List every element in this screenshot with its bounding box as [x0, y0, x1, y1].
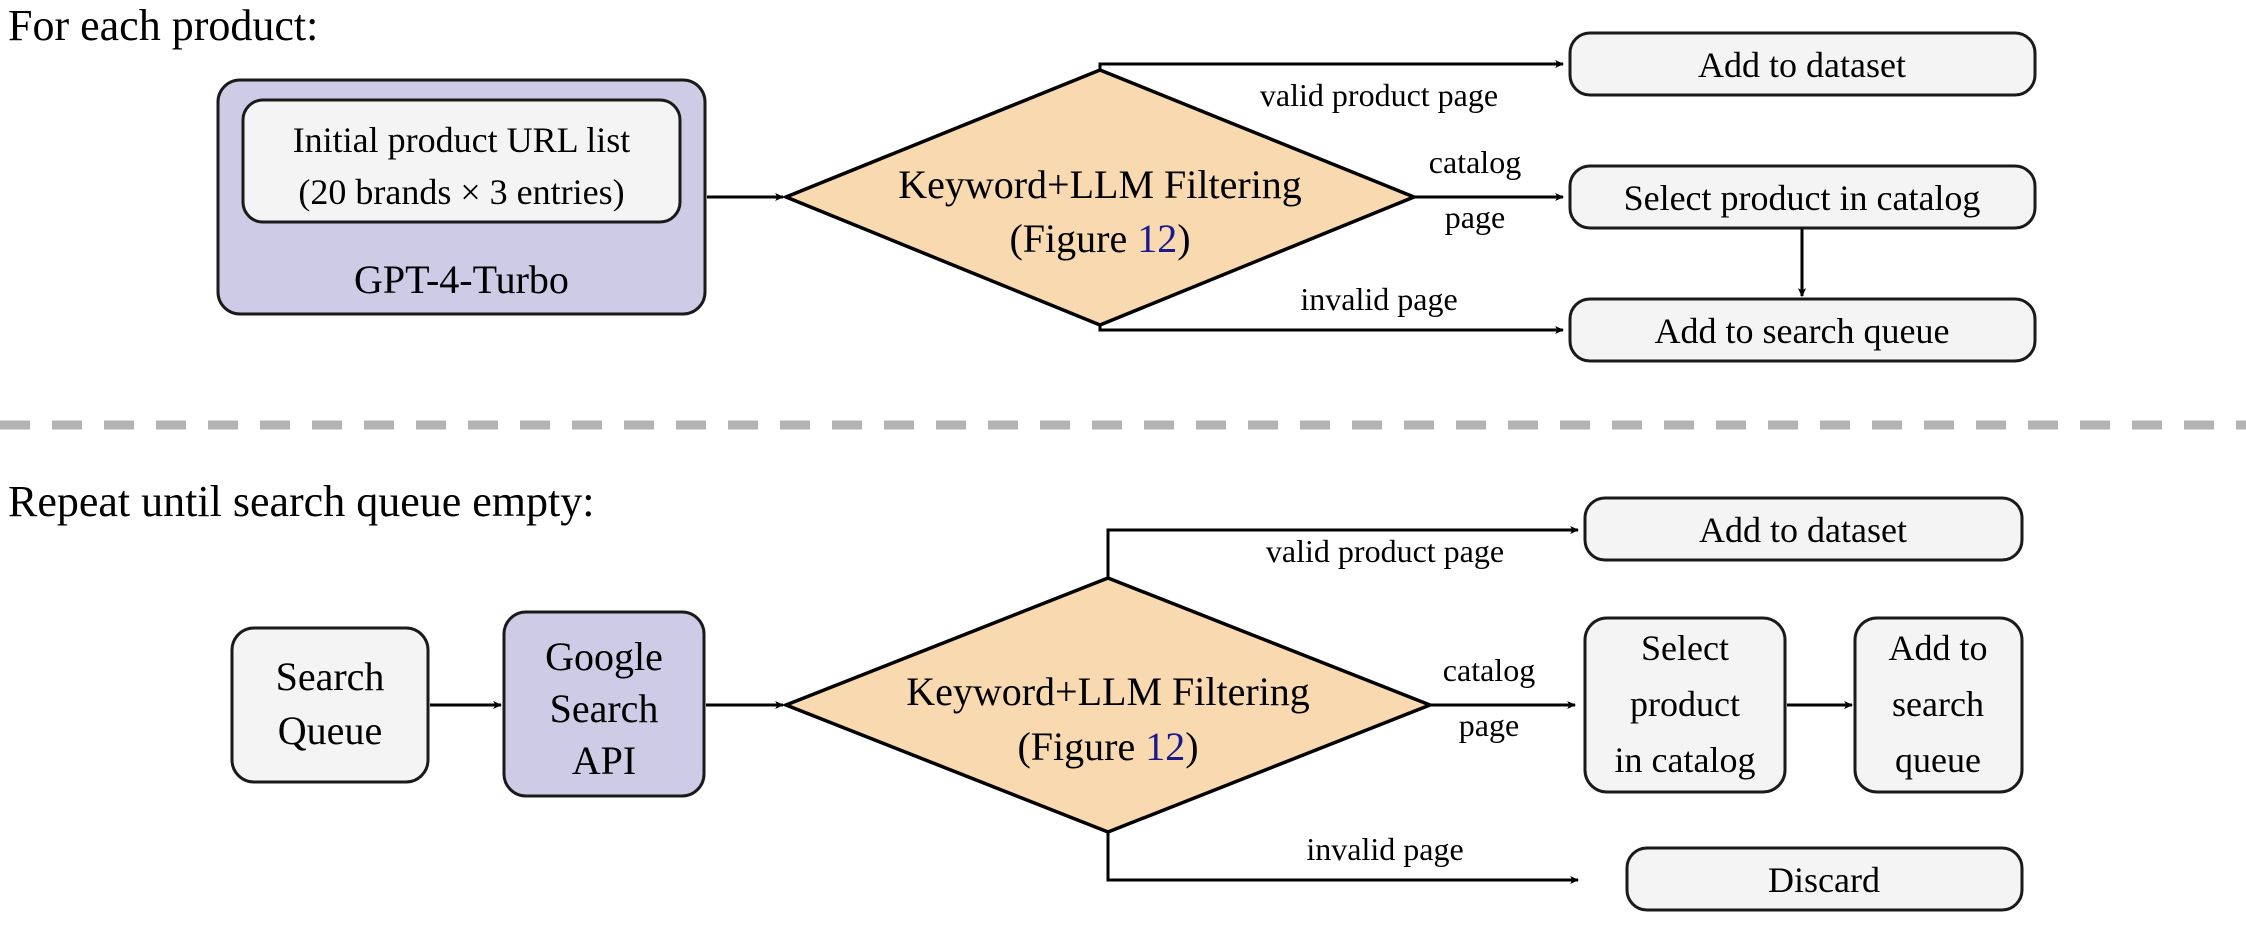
add-to-search-queue-label-1: Add to search queue — [1655, 311, 1950, 351]
phase1-title: For each product: — [8, 1, 318, 50]
select-product-line1-2: Select — [1641, 628, 1729, 668]
edge-invalid-1 — [1098, 324, 1565, 335]
edge-label-catalog-1-line2: page — [1445, 199, 1505, 235]
gpt4-turbo-label: GPT-4-Turbo — [354, 257, 569, 302]
figure-ref-suffix-1: ) — [1177, 216, 1190, 261]
google-search-api-line1: Google — [545, 634, 663, 679]
search-queue-node[interactable] — [230, 626, 430, 784]
filter-label-2-line2: (Figure 12) — [1017, 724, 1198, 769]
edge-valid-1 — [1098, 59, 1565, 71]
filter-label-1-line2: (Figure 12) — [1009, 216, 1190, 261]
figure-ref-prefix-1: (Figure — [1009, 216, 1137, 261]
filter-label-1-line1: Keyword+LLM Filtering — [898, 162, 1302, 207]
select-product-line3-2: in catalog — [1615, 740, 1756, 780]
edge-label-invalid-1: invalid page — [1300, 281, 1457, 317]
edge-label-catalog-2-line1: catalog — [1443, 652, 1535, 688]
phase2-title: Repeat until search queue empty: — [8, 477, 594, 526]
discard-label: Discard — [1768, 860, 1880, 900]
add-to-search-queue-line1-2: Add to — [1889, 628, 1988, 668]
select-product-in-catalog-label-1: Select product in catalog — [1624, 178, 1981, 218]
edge-label-invalid-2: invalid page — [1306, 831, 1463, 867]
edge-label-valid-2: valid product page — [1266, 533, 1504, 569]
initial-url-list-line1: Initial product URL list — [293, 120, 631, 160]
add-to-dataset-label-2: Add to dataset — [1699, 510, 1907, 550]
select-product-line2-2: product — [1630, 684, 1740, 724]
flowchart-figure: For each product: Initial product URL li… — [0, 0, 2246, 932]
figure-ref-number-1[interactable]: 12 — [1137, 216, 1177, 261]
figure-ref-number-2[interactable]: 12 — [1145, 724, 1185, 769]
figure-ref-prefix-2: (Figure — [1017, 724, 1145, 769]
search-queue-line1: Search — [276, 654, 385, 699]
filter-label-2-line1: Keyword+LLM Filtering — [906, 669, 1310, 714]
figure-ref-suffix-2: ) — [1185, 724, 1198, 769]
edge-label-valid-1: valid product page — [1260, 77, 1498, 113]
add-to-search-queue-line3-2: queue — [1895, 740, 1981, 780]
google-search-api-line3: API — [572, 738, 636, 783]
search-queue-line2: Queue — [278, 708, 382, 753]
edge-label-catalog-1-line1: catalog — [1429, 144, 1521, 180]
google-search-api-line2: Search — [550, 686, 659, 731]
add-to-search-queue-line2-2: search — [1892, 684, 1984, 724]
edge-label-catalog-2-line2: page — [1459, 707, 1519, 743]
add-to-dataset-label-1: Add to dataset — [1698, 45, 1906, 85]
flowchart-svg: For each product: Initial product URL li… — [0, 1, 2246, 912]
initial-url-list-line2: (20 brands × 3 entries) — [298, 172, 624, 212]
